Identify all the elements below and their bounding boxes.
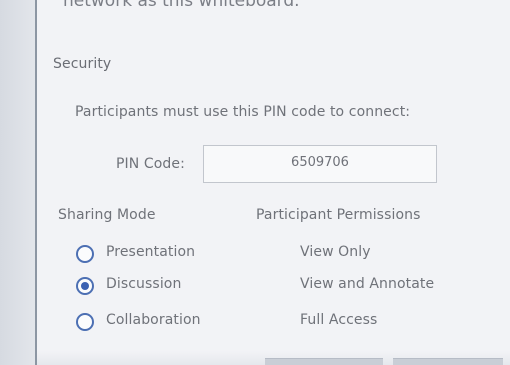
pin-instruction: Participants must use this PIN code to c… [75,104,411,120]
discussion-radio[interactable] [76,277,94,295]
footer-button-right[interactable] [393,358,503,365]
radio-selected-dot [81,282,89,290]
left-background [0,0,36,365]
pin-code-label: PIN Code: [116,156,185,172]
presentation-radio[interactable] [76,245,94,263]
collaboration-radio[interactable] [76,313,94,331]
screen: network as this whiteboard. Security Par… [0,0,510,365]
sharing-mode-label: Sharing Mode [58,207,156,223]
presentation-permission: View Only [300,244,371,260]
cut-off-description: network as this whiteboard. [63,0,300,11]
collaboration-permission: Full Access [300,312,378,328]
collaboration-label[interactable]: Collaboration [106,312,201,328]
participant-permissions-label: Participant Permissions [256,207,421,223]
security-section-title: Security [53,56,112,72]
pin-code-field[interactable]: 6509706 [203,145,437,183]
discussion-label[interactable]: Discussion [106,276,181,292]
presentation-label[interactable]: Presentation [106,244,195,260]
discussion-permission: View and Annotate [300,276,435,292]
pin-code-value: 6509706 [291,155,349,170]
footer-button-left[interactable] [265,358,383,365]
